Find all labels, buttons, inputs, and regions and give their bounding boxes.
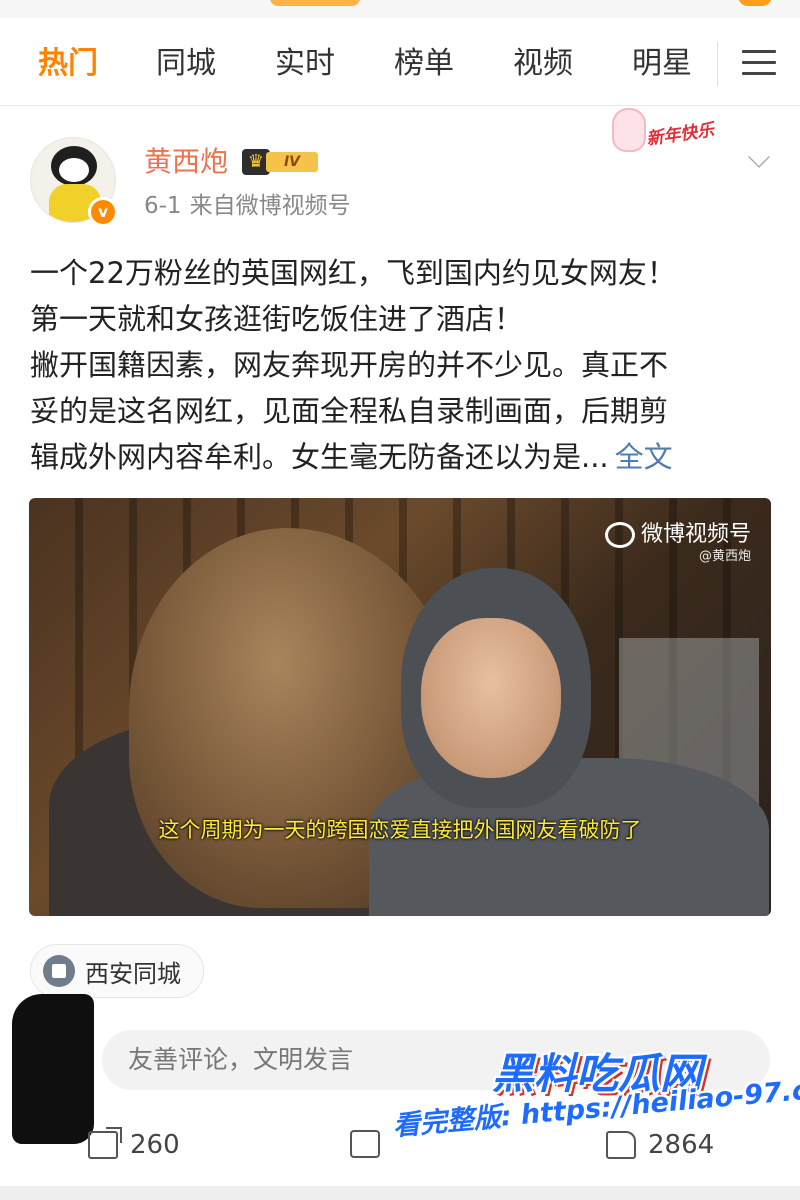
post-source[interactable]: 来自微博视频号 bbox=[190, 193, 351, 219]
level-label: IV bbox=[266, 152, 318, 172]
top-pill bbox=[270, 0, 360, 6]
video-figure-right-face bbox=[421, 618, 561, 778]
video-player[interactable]: 微博视频号 @黄西炮 这个周期为一天的跨国恋爱直接把外国网友看破防了 bbox=[29, 498, 771, 916]
tab-video[interactable]: 视频 bbox=[513, 46, 573, 82]
expand-link[interactable]: 全文 bbox=[615, 440, 673, 474]
tab-divider bbox=[717, 42, 718, 86]
post-timestamp: 6-1 bbox=[144, 193, 182, 219]
share-icon bbox=[88, 1127, 122, 1159]
status-strip bbox=[0, 0, 800, 18]
hamburger-icon[interactable] bbox=[742, 50, 776, 78]
comment-icon bbox=[350, 1130, 380, 1158]
level-badge: ♛ IV bbox=[242, 148, 322, 176]
top-dot bbox=[738, 0, 772, 6]
comment-button[interactable] bbox=[350, 1130, 392, 1158]
weibo-logo-icon bbox=[605, 522, 635, 548]
post-line: 辑成外网内容牟利。女生毫无防备还以为是... bbox=[30, 440, 609, 474]
share-count: 260 bbox=[130, 1130, 180, 1160]
post-line: 一个22万粉丝的英国网红，飞到国内约见女网友！ bbox=[30, 256, 676, 290]
author-name[interactable]: 黄西炮 bbox=[144, 145, 228, 179]
post-line-last: 辑成外网内容牟利。女生毫无防备还以为是... 全文 bbox=[30, 434, 770, 480]
chevron-down-icon[interactable] bbox=[748, 146, 770, 168]
tab-ranking[interactable]: 榜单 bbox=[394, 46, 454, 82]
watermark-main: 微博视频号 bbox=[640, 522, 751, 547]
new-year-sticker: 新年快乐 bbox=[612, 108, 740, 164]
post-line: 妥的是这名网红，见面全程私自录制画面，后期剪 bbox=[30, 394, 669, 428]
watermark-user: @黄西炮 bbox=[698, 549, 751, 564]
video-watermark: 微博视频号 @黄西炮 bbox=[641, 522, 751, 566]
tab-city[interactable]: 同城 bbox=[156, 46, 216, 82]
location-icon bbox=[43, 955, 75, 987]
bunny-icon bbox=[612, 108, 646, 152]
location-label: 西安同城 bbox=[85, 959, 181, 988]
action-bar: 260 2864 bbox=[0, 1118, 800, 1178]
video-subtitle: 这个周期为一天的跨国恋爱直接把外国网友看破防了 bbox=[158, 818, 642, 842]
tab-stars[interactable]: 明星 bbox=[632, 46, 692, 82]
post-meta: 6-1 来自微博视频号 bbox=[144, 192, 351, 220]
post-line: 第一天就和女孩逛街吃饭住进了酒店！ bbox=[30, 302, 524, 336]
tab-hot[interactable]: 热门 bbox=[38, 46, 98, 82]
bottom-divider bbox=[0, 1186, 800, 1200]
like-button[interactable]: 2864 bbox=[606, 1130, 714, 1160]
post-line: 撇开国籍因素，网友奔现开房的并不少见。真正不 bbox=[30, 348, 669, 382]
sticker-text: 新年快乐 bbox=[645, 120, 716, 150]
share-button[interactable]: 260 bbox=[88, 1127, 180, 1160]
post-body: 一个22万粉丝的英国网红，飞到国内约见女网友！ 第一天就和女孩逛街吃饭住进了酒店… bbox=[30, 250, 770, 480]
verified-badge: v bbox=[88, 197, 118, 227]
like-count: 2864 bbox=[648, 1130, 715, 1160]
top-tab-bar: 热门 同城 实时 榜单 视频 明星 bbox=[0, 22, 800, 106]
like-icon bbox=[606, 1131, 636, 1159]
location-tag[interactable]: 西安同城 bbox=[30, 944, 204, 998]
tab-realtime[interactable]: 实时 bbox=[275, 46, 335, 82]
